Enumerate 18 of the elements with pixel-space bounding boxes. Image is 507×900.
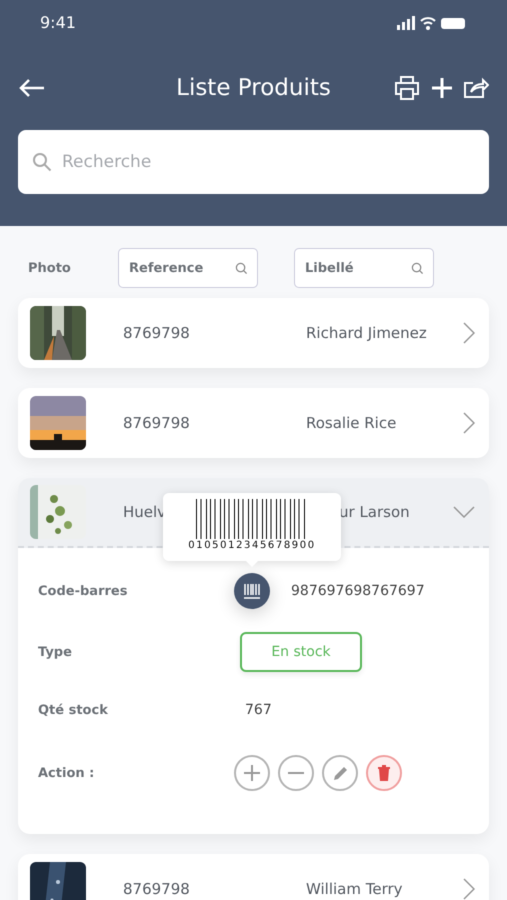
product-reference: Huelv xyxy=(123,503,168,521)
detail-label: Type xyxy=(38,644,73,660)
product-reference: 8769798 xyxy=(123,414,191,432)
photo-column-title: Photo xyxy=(28,260,72,276)
product-reference: 8769798 xyxy=(123,880,191,898)
page-title: Liste Produits xyxy=(176,74,331,100)
product-reference: 8769798 xyxy=(123,324,191,342)
barcode-digits: 0105012345678900 xyxy=(188,540,316,551)
barcode-value: 987697698767697 xyxy=(291,583,425,599)
product-label: Rosalie Rice xyxy=(306,414,398,432)
detail-label: Qté stock xyxy=(38,702,109,718)
status-time: 9:41 xyxy=(40,13,76,32)
detail-label: Code-barres xyxy=(38,584,128,598)
detail-label: Action : xyxy=(38,766,96,780)
stock-quantity: 767 xyxy=(245,702,272,718)
stock-status: En stock xyxy=(240,632,362,672)
product-label: William Terry xyxy=(306,880,404,898)
product-label: Richard Jimenez xyxy=(306,324,428,342)
